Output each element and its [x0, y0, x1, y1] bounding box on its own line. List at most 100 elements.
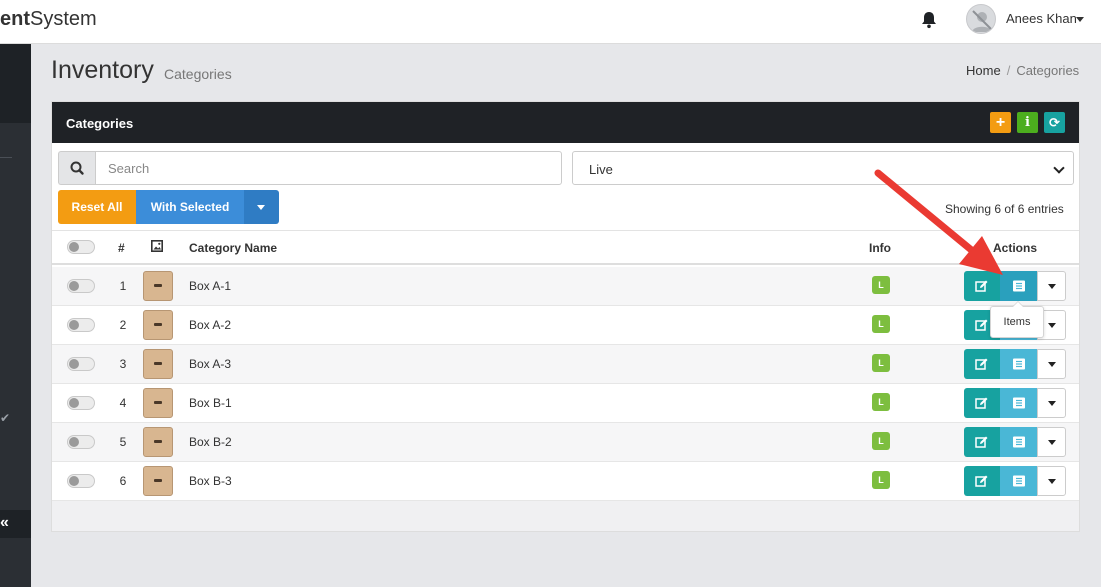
- edit-button[interactable]: [964, 271, 1000, 301]
- edit-button[interactable]: [964, 466, 1000, 496]
- table-row: 3 Box A-3 L: [52, 345, 1079, 384]
- row-actions-dropdown[interactable]: [1037, 349, 1066, 379]
- refresh-icon: ⟳: [1049, 115, 1060, 130]
- brand-bold-text: ent: [0, 8, 30, 30]
- edit-button[interactable]: [964, 349, 1000, 379]
- image-icon: [151, 240, 163, 255]
- sidebar-top-block: [0, 44, 31, 123]
- row-select-toggle[interactable]: [67, 279, 95, 293]
- app-brand[interactable]: entSystem: [0, 8, 97, 31]
- info-icon: i: [1025, 115, 1030, 130]
- column-category-name[interactable]: Category Name: [189, 241, 277, 255]
- category-name: Box B-3: [189, 474, 232, 488]
- panel-title: Categories: [66, 116, 134, 131]
- categories-panel: Categories + i ⟳ Live Reset All With Sel…: [51, 101, 1080, 532]
- caret-down-icon: [1048, 479, 1056, 484]
- row-select-toggle[interactable]: [67, 474, 95, 488]
- status-select-value: Live: [589, 162, 613, 177]
- row-actions: [964, 349, 1066, 379]
- row-select-toggle[interactable]: [67, 435, 95, 449]
- avatar[interactable]: [966, 4, 996, 34]
- info-badge[interactable]: L: [872, 471, 890, 489]
- breadcrumb-home[interactable]: Home: [966, 63, 1001, 78]
- breadcrumb: Home / Categories: [966, 63, 1079, 78]
- info-badge[interactable]: L: [872, 393, 890, 411]
- caret-down-icon: [1048, 284, 1056, 289]
- row-actions-dropdown[interactable]: [1037, 388, 1066, 418]
- table-row: 6 Box B-3 L: [52, 462, 1079, 501]
- items-button[interactable]: [1000, 388, 1037, 418]
- reset-all-button[interactable]: Reset All: [58, 190, 136, 224]
- row-number: 1: [119, 279, 127, 293]
- category-thumbnail: [143, 466, 173, 496]
- row-select-toggle[interactable]: [67, 357, 95, 371]
- row-actions-dropdown[interactable]: [1037, 466, 1066, 496]
- column-number: #: [118, 241, 125, 255]
- caret-down-icon: [1048, 401, 1056, 406]
- search-icon: [70, 161, 84, 175]
- refresh-button[interactable]: ⟳: [1044, 112, 1065, 133]
- column-info: Info: [869, 241, 891, 255]
- category-thumbnail: [143, 310, 173, 340]
- row-actions-dropdown[interactable]: [1037, 427, 1066, 457]
- top-navbar: entSystem Anees Khan: [0, 0, 1101, 44]
- chevron-down-icon[interactable]: [1076, 17, 1084, 22]
- info-badge[interactable]: L: [872, 276, 890, 294]
- add-category-button[interactable]: +: [990, 112, 1011, 133]
- row-number: 6: [119, 474, 127, 488]
- user-menu-name[interactable]: Anees Khan: [1006, 11, 1077, 26]
- caret-down-icon: [1048, 362, 1056, 367]
- info-badge[interactable]: L: [872, 432, 890, 450]
- info-button[interactable]: i: [1017, 112, 1038, 133]
- items-button[interactable]: [1000, 427, 1037, 457]
- row-actions: [964, 271, 1066, 301]
- items-button[interactable]: [1000, 466, 1037, 496]
- row-actions: [964, 427, 1066, 457]
- panel-body: Live Reset All With Selected Showing 6 o…: [52, 143, 1079, 501]
- select-all-toggle[interactable]: [67, 240, 95, 254]
- items-tooltip: Items: [990, 301, 1044, 338]
- status-select[interactable]: Live: [572, 151, 1074, 185]
- bell-icon[interactable]: [919, 10, 939, 30]
- category-name: Box B-1: [189, 396, 232, 410]
- column-actions: Actions: [993, 241, 1038, 255]
- info-badge[interactable]: L: [872, 354, 890, 372]
- search-addon[interactable]: [58, 151, 95, 185]
- items-button[interactable]: [1000, 349, 1037, 379]
- info-badge[interactable]: L: [872, 315, 890, 333]
- double-chevron-left-icon[interactable]: «: [0, 514, 9, 532]
- caret-down-icon: [1048, 440, 1056, 445]
- edit-button[interactable]: [964, 388, 1000, 418]
- page-subtitle: Categories: [164, 66, 232, 82]
- with-selected-button[interactable]: With Selected: [136, 190, 244, 224]
- search-input[interactable]: [95, 151, 562, 185]
- caret-down-icon: [257, 205, 265, 210]
- table-row: 4 Box B-1 L: [52, 384, 1079, 423]
- items-button[interactable]: [1000, 271, 1037, 301]
- edit-button[interactable]: [964, 427, 1000, 457]
- category-thumbnail: [143, 349, 173, 379]
- page-title: Inventory: [51, 56, 154, 84]
- row-number: 5: [119, 435, 127, 449]
- row-select-toggle[interactable]: [67, 396, 95, 410]
- brand-rest-text: System: [30, 8, 97, 30]
- table-header: # Category Name Info Actions: [52, 230, 1079, 265]
- row-select-toggle[interactable]: [67, 318, 95, 332]
- row-number: 2: [119, 318, 127, 332]
- category-name: Box A-3: [189, 357, 232, 371]
- row-actions: [964, 388, 1066, 418]
- with-selected-dropdown-toggle[interactable]: [244, 190, 279, 224]
- category-thumbnail: [143, 427, 173, 457]
- panel-header: Categories + i ⟳: [52, 102, 1079, 143]
- table-row: 1 Box A-1 L: [52, 267, 1079, 306]
- row-number: 3: [119, 357, 127, 371]
- entries-count: Showing 6 of 6 entries: [945, 202, 1064, 216]
- row-actions-dropdown[interactable]: [1037, 271, 1066, 301]
- sidebar-divider: [0, 157, 12, 158]
- category-name: Box A-2: [189, 318, 232, 332]
- category-thumbnail: [143, 271, 173, 301]
- row-number: 4: [119, 396, 127, 410]
- plus-icon: +: [995, 114, 1006, 131]
- check-icon: ✔: [0, 411, 11, 425]
- breadcrumb-separator: /: [1006, 63, 1011, 78]
